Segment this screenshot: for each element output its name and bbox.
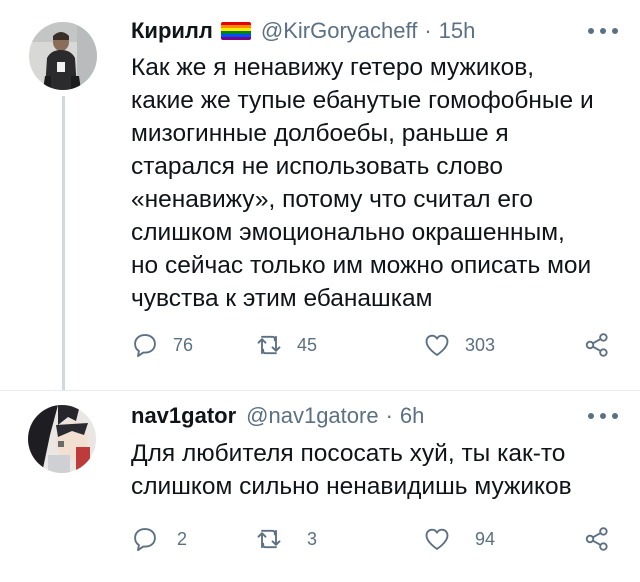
retweet-button[interactable]: 3	[255, 524, 317, 554]
separator-dot: ·	[385, 403, 393, 428]
tweet-text-line: мизогинные долбоебы, раньше я	[131, 120, 509, 147]
tweet-text-line: Для любителя пососать хуй, ты как-то	[131, 440, 566, 467]
tweet-text: Как же я ненавижу гетеро мужиков, какие …	[131, 51, 621, 315]
retweet-button[interactable]: 45	[255, 330, 317, 360]
share-button[interactable]	[583, 330, 611, 360]
tweet-text: Для любителя пососать хуй, ты как-то сли…	[131, 437, 621, 503]
tweet-header: Кирилл @KirGoryacheff · 15h	[131, 16, 475, 46]
retweet-icon	[257, 529, 281, 549]
avatar[interactable]	[28, 405, 96, 473]
reply-count: 2	[177, 528, 188, 549]
tweet-text-line: Как же я ненавижу гетеро мужиков,	[131, 54, 535, 81]
more-icon[interactable]	[588, 21, 618, 41]
tweet-1[interactable]: Кирилл @KirGoryacheff · 15h Как же я нен…	[0, 0, 640, 390]
reply-icon	[134, 334, 156, 358]
action-bar: 76 45 303	[131, 330, 611, 360]
like-icon	[425, 334, 449, 356]
separator-dot: ·	[424, 18, 432, 43]
tweet-header: nav1gator @nav1gatore · 6h	[131, 401, 424, 431]
like-count: 94	[475, 528, 496, 549]
handle[interactable]: @KirGoryacheff	[261, 18, 417, 44]
rainbow-flag-badge	[220, 22, 251, 40]
reply-button[interactable]: 2	[131, 524, 187, 554]
tweet-text-line: но сейчас только им можно описать мои	[131, 252, 592, 279]
tweet-text-line: чувства к этим ебанашкам	[131, 285, 433, 312]
tweet-2[interactable]: nav1gator @nav1gatore · 6h Для любителя …	[0, 390, 640, 582]
reply-icon	[134, 528, 156, 552]
display-name[interactable]: nav1gator	[131, 403, 236, 429]
action-bar: 2 3 94	[131, 524, 611, 554]
like-button[interactable]: 94	[423, 524, 495, 554]
thread-line	[62, 96, 65, 390]
avatar[interactable]	[29, 22, 97, 90]
tweet-text-line: какие же тупые ебанутые гомофобные и	[131, 87, 594, 114]
like-button[interactable]: 303	[423, 330, 495, 360]
share-icon	[585, 527, 608, 551]
timestamp[interactable]: 6h	[400, 403, 424, 429]
tweet-text-line: «ненавижу», потому что считал его	[131, 186, 534, 213]
retweet-count: 3	[307, 528, 318, 549]
retweet-count: 45	[297, 334, 318, 355]
like-icon	[425, 528, 449, 550]
timestamp[interactable]: 15h	[439, 18, 476, 44]
display-name[interactable]: Кирилл	[131, 18, 213, 44]
retweet-icon	[257, 335, 281, 355]
like-count: 303	[465, 334, 496, 355]
tweet-text-line: слишком эмоционально окрашенным,	[131, 219, 565, 246]
more-icon[interactable]	[588, 406, 618, 426]
share-button[interactable]	[583, 524, 611, 554]
handle[interactable]: @nav1gatore	[246, 403, 378, 429]
reply-button[interactable]: 76	[131, 330, 193, 360]
share-icon	[585, 333, 608, 357]
tweet-text-line: старался не использовать слово	[131, 153, 504, 180]
reply-count: 76	[173, 334, 194, 355]
tweet-text-line: слишком сильно ненавидишь мужиков	[131, 473, 572, 500]
